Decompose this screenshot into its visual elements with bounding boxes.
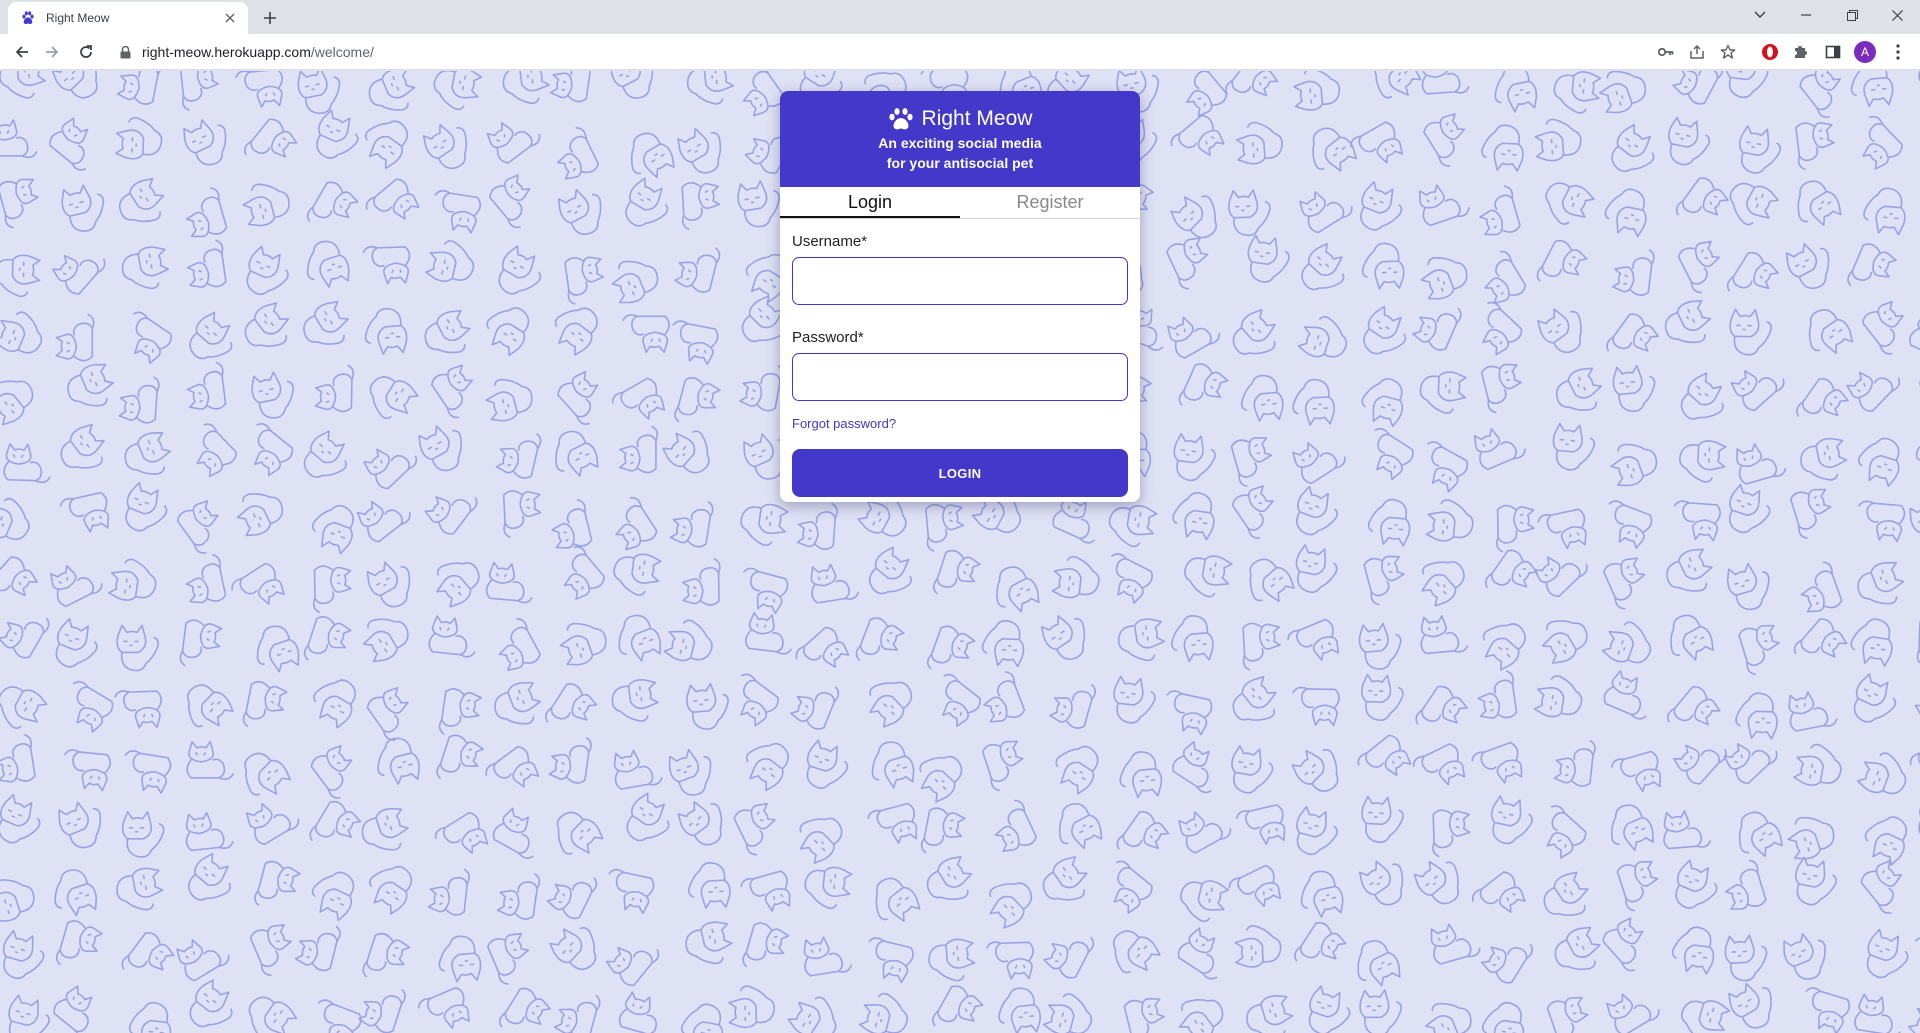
auth-tabs: Login Register — [780, 187, 1140, 219]
tab-login[interactable]: Login — [780, 187, 960, 218]
paw-icon — [20, 10, 36, 26]
forward-arrow-icon[interactable] — [38, 38, 66, 66]
profile-avatar[interactable]: A — [1854, 41, 1876, 63]
app-brand: Right Meow — [780, 107, 1140, 131]
paw-logo-icon — [888, 107, 914, 131]
share-icon[interactable] — [1685, 40, 1709, 64]
lock-icon[interactable] — [118, 45, 132, 59]
login-button[interactable]: LOGIN — [792, 449, 1128, 497]
tab-search-icon[interactable] — [1737, 0, 1783, 30]
auth-card: Right Meow An exciting social media for … — [780, 91, 1140, 502]
username-label: Username* — [792, 233, 868, 250]
password-label: Password* — [792, 329, 864, 346]
restore-icon[interactable] — [1829, 0, 1875, 30]
browser-toolbar: right-meow.herokuapp.com/welcome/ A — [0, 34, 1920, 70]
bookmark-star-icon[interactable] — [1716, 40, 1740, 64]
extension-opera-icon[interactable] — [1758, 40, 1782, 64]
browser-tab-active[interactable]: Right Meow — [8, 2, 248, 34]
menu-kebab-icon[interactable] — [1886, 40, 1910, 64]
browser-tabstrip: Right Meow — [0, 0, 1920, 34]
app-tagline-line1: An exciting social media — [878, 135, 1042, 151]
address-bar[interactable]: right-meow.herokuapp.com/welcome/ — [108, 37, 1688, 67]
app-name: Right Meow — [921, 107, 1033, 130]
extensions-puzzle-icon[interactable] — [1788, 40, 1812, 64]
password-input[interactable] — [792, 353, 1128, 401]
minimize-icon[interactable] — [1783, 0, 1829, 30]
back-arrow-icon[interactable] — [8, 38, 36, 66]
app-tagline-line2: for your antisocial pet — [886, 155, 1034, 171]
new-tab-button[interactable] — [258, 6, 282, 30]
close-tab-icon[interactable] — [222, 10, 238, 26]
close-window-icon[interactable] — [1874, 0, 1920, 30]
reload-icon[interactable] — [72, 38, 100, 66]
side-panel-icon[interactable] — [1821, 40, 1845, 64]
key-icon[interactable] — [1654, 40, 1678, 64]
browser-tab-title: Right Meow — [46, 11, 110, 25]
tab-register[interactable]: Register — [960, 187, 1140, 218]
url-text: right-meow.herokuapp.com/welcome/ — [142, 44, 374, 60]
page-viewport: Right Meow An exciting social media for … — [0, 71, 1920, 1033]
login-form: Username* Password* Forgot password? LOG… — [780, 219, 1140, 497]
forgot-password-link[interactable]: Forgot password? — [792, 416, 896, 431]
auth-card-header: Right Meow An exciting social media for … — [780, 91, 1140, 187]
username-input[interactable] — [792, 257, 1128, 305]
